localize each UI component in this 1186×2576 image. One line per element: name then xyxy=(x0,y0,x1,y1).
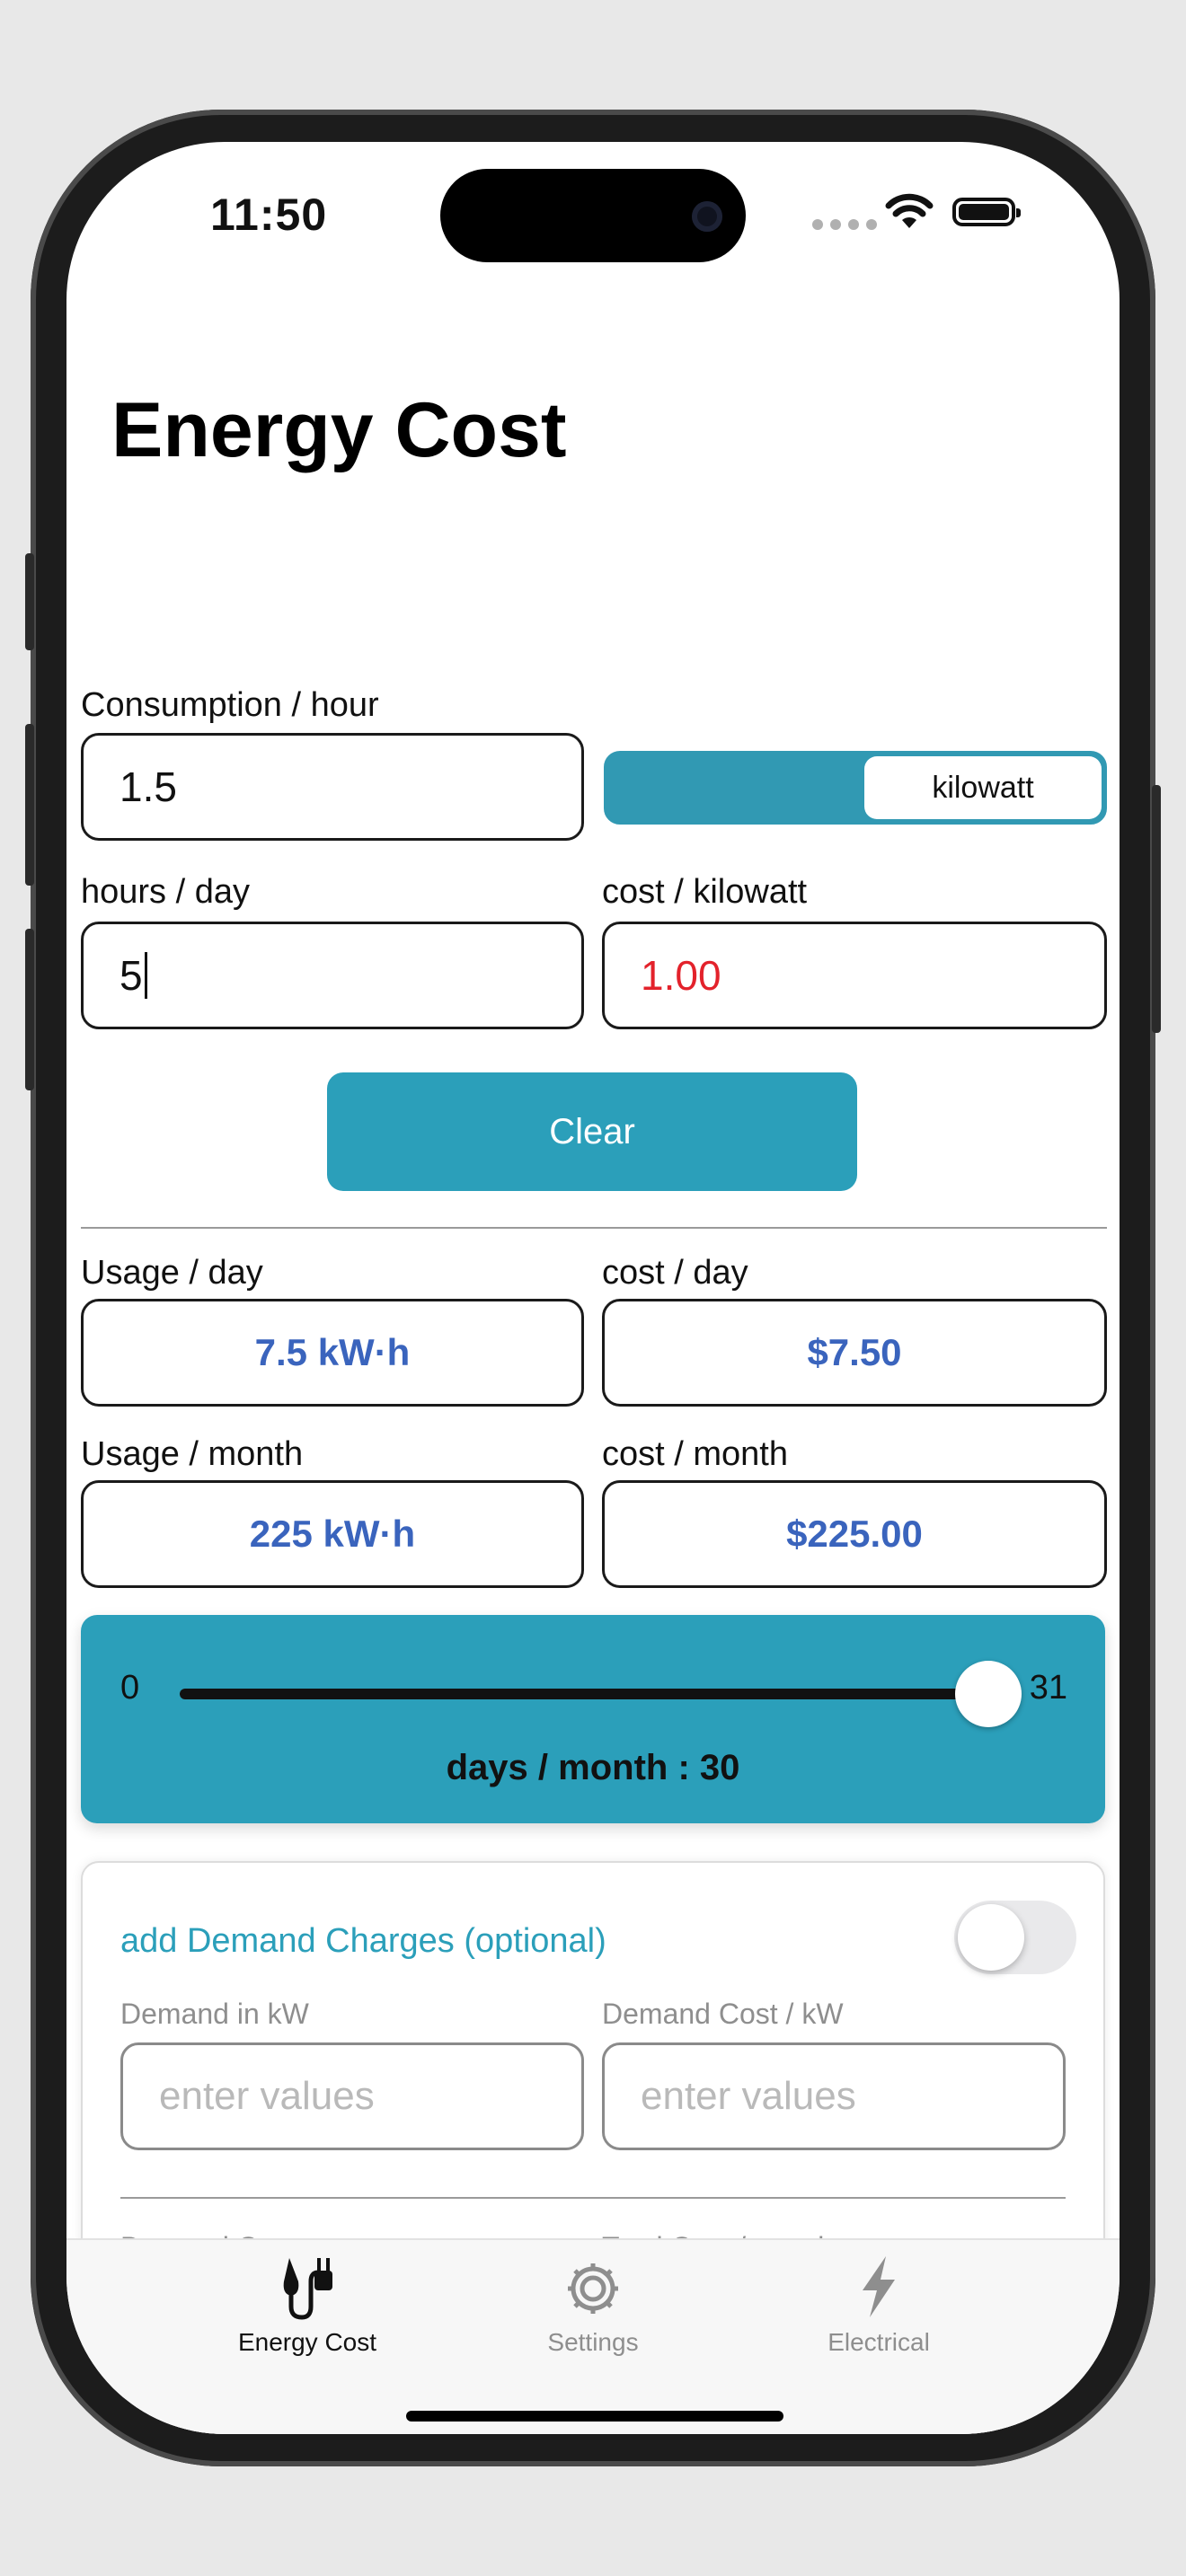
demand-cost-per-kw-label: Demand Cost / kW xyxy=(602,1998,844,2030)
page-title: Energy Cost xyxy=(111,387,567,473)
cost-per-unit-label: cost / kilowatt xyxy=(602,873,808,911)
days-per-month-caption: days / month : 30 xyxy=(446,1748,740,1787)
tab-label: Electrical xyxy=(828,2328,930,2356)
days-slider-thumb[interactable] xyxy=(955,1661,1022,1727)
tab-bar: Energy Cost Settings Electrical xyxy=(66,2238,1120,2434)
volume-down-button xyxy=(25,929,34,1090)
days-slider-track[interactable] xyxy=(180,1689,1015,1699)
tab-label: Settings xyxy=(547,2328,639,2356)
divider xyxy=(81,1227,1107,1229)
toggle-knob xyxy=(958,1904,1024,1971)
slider-max-label: 31 xyxy=(1029,1669,1067,1707)
cost-per-unit-value: 1.00 xyxy=(641,952,721,999)
hours-value: 5 xyxy=(119,952,143,999)
slider-min-label: 0 xyxy=(120,1669,140,1707)
cost-day-label: cost / day xyxy=(602,1254,748,1292)
action-button xyxy=(25,553,34,650)
wifi-icon xyxy=(885,193,934,228)
days-slider-fill xyxy=(180,1689,988,1699)
tab-settings[interactable]: Settings xyxy=(458,2240,728,2393)
usage-day-label: Usage / day xyxy=(81,1254,263,1292)
volume-up-button xyxy=(25,724,34,886)
plug-icon xyxy=(283,2258,332,2320)
cost-per-unit-input[interactable]: 1.00 xyxy=(602,922,1107,1029)
status-time: 11:50 xyxy=(210,190,328,240)
demand-cost-per-kw-placeholder: enter values xyxy=(641,2074,856,2118)
demand-kw-input[interactable]: enter values xyxy=(120,2042,584,2150)
days-slider-panel: 0 31 days / month : 30 xyxy=(81,1615,1105,1823)
cost-month-value: $225.00 xyxy=(786,1513,923,1555)
home-indicator xyxy=(406,2411,783,2422)
lightning-icon xyxy=(863,2256,895,2317)
demand-kw-label: Demand in kW xyxy=(120,1998,309,2030)
consumption-value: 1.5 xyxy=(119,763,177,810)
unit-segment-kilowatt[interactable]: kilowatt xyxy=(864,756,1102,819)
divider xyxy=(120,2197,1066,2199)
tab-energy-cost[interactable]: Energy Cost xyxy=(173,2240,442,2393)
unit-segmented-control[interactable]: kilowatt xyxy=(604,751,1107,825)
consumption-input[interactable]: 1.5 xyxy=(81,733,584,841)
text-caret xyxy=(144,952,147,999)
hours-input[interactable]: 5 xyxy=(81,922,584,1029)
cost-day-output: $7.50 xyxy=(602,1299,1107,1407)
hours-label: hours / day xyxy=(81,873,250,911)
demand-charges-title: add Demand Charges (optional) xyxy=(120,1922,606,1960)
gear-icon xyxy=(568,2263,618,2314)
tab-electrical[interactable]: Electrical xyxy=(744,2240,1013,2393)
usage-month-value: 225 kW·h xyxy=(249,1513,416,1555)
usage-day-value: 7.5 kW·h xyxy=(254,1331,411,1373)
demand-kw-placeholder: enter values xyxy=(159,2074,375,2118)
power-button xyxy=(1152,785,1161,1033)
usage-month-output: 225 kW·h xyxy=(81,1480,584,1588)
demand-cost-per-kw-input[interactable]: enter values xyxy=(602,2042,1066,2150)
cost-month-output: $225.00 xyxy=(602,1480,1107,1588)
cost-month-label: cost / month xyxy=(602,1435,788,1473)
tab-label: Energy Cost xyxy=(237,2328,377,2356)
demand-charges-toggle[interactable] xyxy=(954,1901,1076,1974)
battery-icon xyxy=(952,198,1021,226)
camera-icon xyxy=(692,201,722,232)
consumption-label: Consumption / hour xyxy=(81,686,379,724)
dynamic-island xyxy=(440,169,746,262)
cost-day-value: $7.50 xyxy=(807,1331,902,1373)
clear-button[interactable]: Clear xyxy=(327,1072,857,1191)
usage-day-output: 7.5 kW·h xyxy=(81,1299,584,1407)
app-screen: 11:50 Energy Cost Consumption / hour 1.5… xyxy=(66,142,1120,2434)
usage-month-label: Usage / month xyxy=(81,1435,304,1473)
cellular-signal-icon xyxy=(812,219,877,230)
